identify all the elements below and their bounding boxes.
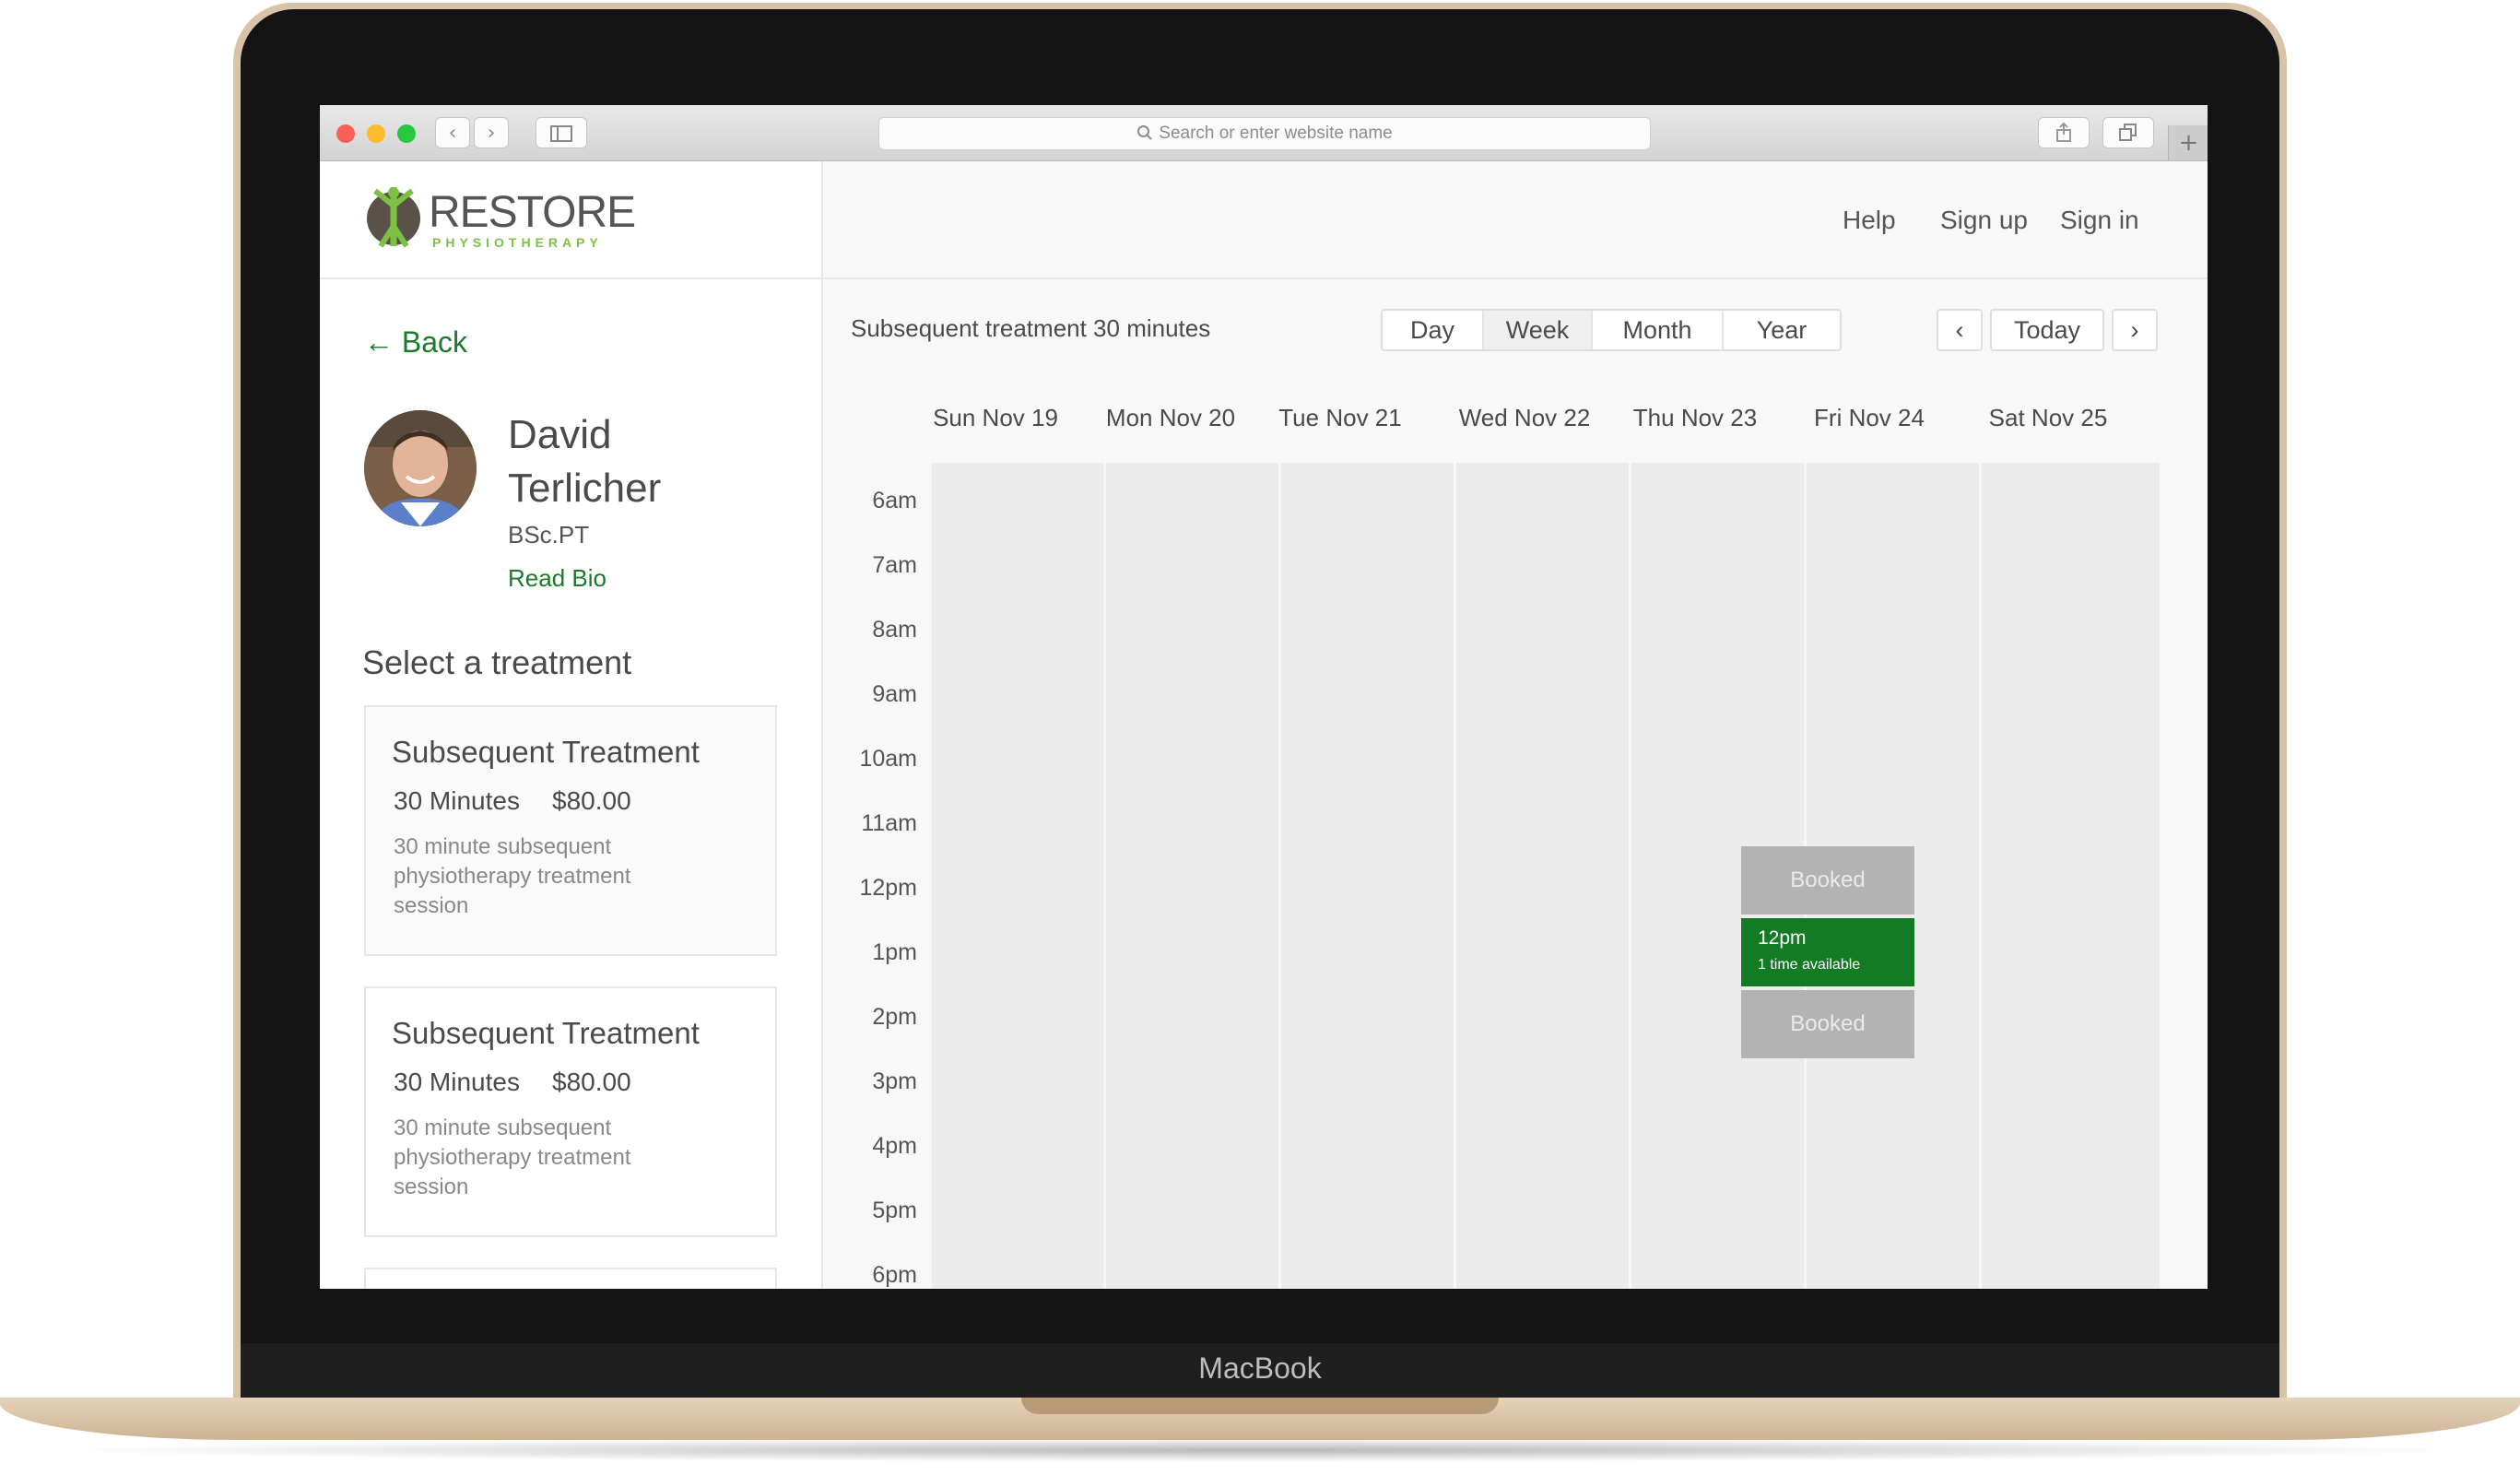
view-day-button[interactable]: Day (1383, 311, 1484, 349)
treatment-duration: 30 Minutes (394, 1068, 520, 1096)
sidebar-icon (550, 125, 572, 142)
slot-time: 12pm (1758, 927, 1807, 949)
chevron-right-icon: › (487, 122, 496, 145)
help-link[interactable]: Help (1843, 206, 1896, 235)
doctor-first-name: David (508, 412, 612, 457)
column-divider (1454, 463, 1456, 1289)
sidebar-toggle-button[interactable] (536, 117, 587, 148)
treatment-description: 30 minute subsequent physiotherapy treat… (394, 834, 631, 918)
logo-tagline: PHYSIOTHERAPY (432, 235, 603, 250)
column-divider (1278, 463, 1281, 1289)
hour-label: 6am (872, 488, 917, 513)
selected-treatment-label: Subsequent treatment 30 minutes (851, 314, 1211, 342)
view-week-button[interactable]: Week (1484, 311, 1593, 349)
back-nav-button[interactable]: ‹ (435, 117, 470, 148)
today-button[interactable]: Today (1990, 309, 2104, 351)
treatment-price: $80.00 (552, 786, 631, 815)
share-icon (2056, 122, 2071, 142)
column-divider (1629, 463, 1631, 1289)
booked-slot: Booked (1741, 990, 1914, 1058)
doctor-last-name: Terlicher (508, 466, 662, 511)
day-header: Fri Nov 24 (1814, 404, 1925, 431)
logo-wordmark[interactable]: RESTORE (429, 187, 636, 238)
laptop-shadow (37, 1438, 2483, 1462)
chevron-left-icon: ‹ (1955, 316, 1964, 344)
treatment-card[interactable]: Subsequent Treatment 30 Minutes $80.00 3… (364, 705, 777, 956)
avatar (364, 410, 477, 526)
treatment-card-partial[interactable] (364, 1268, 777, 1289)
web-page: RESTORE PHYSIOTHERAPY ← Back David Terli… (320, 161, 2208, 1289)
treatment-title: Subsequent Treatment (392, 1016, 700, 1050)
tabs-overview-button[interactable] (2102, 117, 2154, 148)
prev-week-button[interactable]: ‹ (1937, 309, 1983, 351)
hour-label: 12pm (859, 875, 917, 901)
column-divider (1103, 463, 1106, 1289)
chevron-left-icon: ‹ (448, 122, 457, 145)
logo-area: RESTORE PHYSIOTHERAPY (320, 161, 821, 279)
column-divider (1979, 463, 1982, 1289)
sign-up-link[interactable]: Sign up (1940, 206, 2028, 235)
booked-slot: Booked (1741, 846, 1914, 914)
maximize-window-button[interactable] (397, 124, 416, 143)
hour-label: 2pm (872, 1004, 917, 1030)
hour-label: 6pm (872, 1262, 917, 1288)
forward-nav-button[interactable]: › (474, 117, 509, 148)
treatment-card[interactable]: Subsequent Treatment 30 Minutes $80.00 3… (364, 986, 777, 1237)
hour-label: 1pm (872, 939, 917, 965)
share-button[interactable] (2038, 117, 2090, 148)
doctor-name: David Terlicher (508, 408, 803, 515)
device-label: MacBook (1198, 1351, 1322, 1385)
hour-label: 3pm (872, 1068, 917, 1094)
sign-in-link[interactable]: Sign in (2060, 206, 2139, 235)
minimize-window-button[interactable] (367, 124, 385, 143)
screen: ‹ › Search or enter website name + RESTO… (320, 105, 2208, 1289)
next-week-button[interactable]: › (2112, 309, 2158, 351)
day-header: Mon Nov 20 (1105, 404, 1236, 431)
new-tab-button[interactable]: + (2168, 125, 2208, 160)
tabs-icon (2119, 124, 2137, 141)
hour-label: 8am (872, 617, 917, 643)
view-year-button[interactable]: Year (1724, 311, 1840, 349)
day-header: Sat Nov 25 (1988, 404, 2108, 431)
hour-label: 9am (872, 681, 917, 707)
day-header: Thu Nov 23 (1632, 404, 1758, 431)
treatment-duration: 30 Minutes (394, 786, 520, 815)
close-window-button[interactable] (336, 124, 355, 143)
browser-toolbar: ‹ › Search or enter website name + (320, 105, 2208, 161)
calendar-main: Help Sign up Sign in Subsequent treatmen… (823, 161, 2208, 1289)
read-bio-link[interactable]: Read Bio (508, 564, 606, 593)
available-slot[interactable]: 12pm 1 time available (1741, 918, 1914, 986)
day-header: Tue Nov 21 (1278, 404, 1402, 431)
hour-label: 7am (872, 552, 917, 578)
sidebar: RESTORE PHYSIOTHERAPY ← Back David Terli… (320, 161, 823, 1289)
view-month-button[interactable]: Month (1593, 311, 1724, 349)
logo-figure-icon (367, 187, 420, 248)
back-link[interactable]: ← Back (364, 325, 467, 360)
view-switcher: Day Week Month Year (1381, 309, 1842, 351)
treatment-title: Subsequent Treatment (392, 735, 700, 769)
header-divider (823, 277, 2208, 279)
select-treatment-heading: Select a treatment (362, 643, 632, 681)
treatment-description: 30 minute subsequent physiotherapy treat… (394, 1115, 631, 1199)
address-bar[interactable]: Search or enter website name (878, 117, 1651, 150)
day-header: Sun Nov 19 (933, 404, 1058, 431)
doctor-credentials: BSc.PT (508, 521, 590, 549)
slot-availability: 1 time available (1758, 957, 1861, 973)
hour-label: 5pm (872, 1198, 917, 1223)
day-header: Wed Nov 22 (1458, 404, 1591, 431)
search-icon (1137, 125, 1152, 140)
hour-label: 11am (861, 810, 917, 836)
week-grid[interactable]: Booked 12pm 1 time available Booked (932, 463, 2160, 1289)
chevron-right-icon: › (2130, 316, 2139, 344)
treatment-price: $80.00 (552, 1068, 631, 1096)
address-placeholder: Search or enter website name (1159, 124, 1393, 143)
hour-label: 4pm (872, 1133, 917, 1159)
laptop-notch (1021, 1398, 1499, 1414)
hour-label: 10am (859, 746, 917, 772)
